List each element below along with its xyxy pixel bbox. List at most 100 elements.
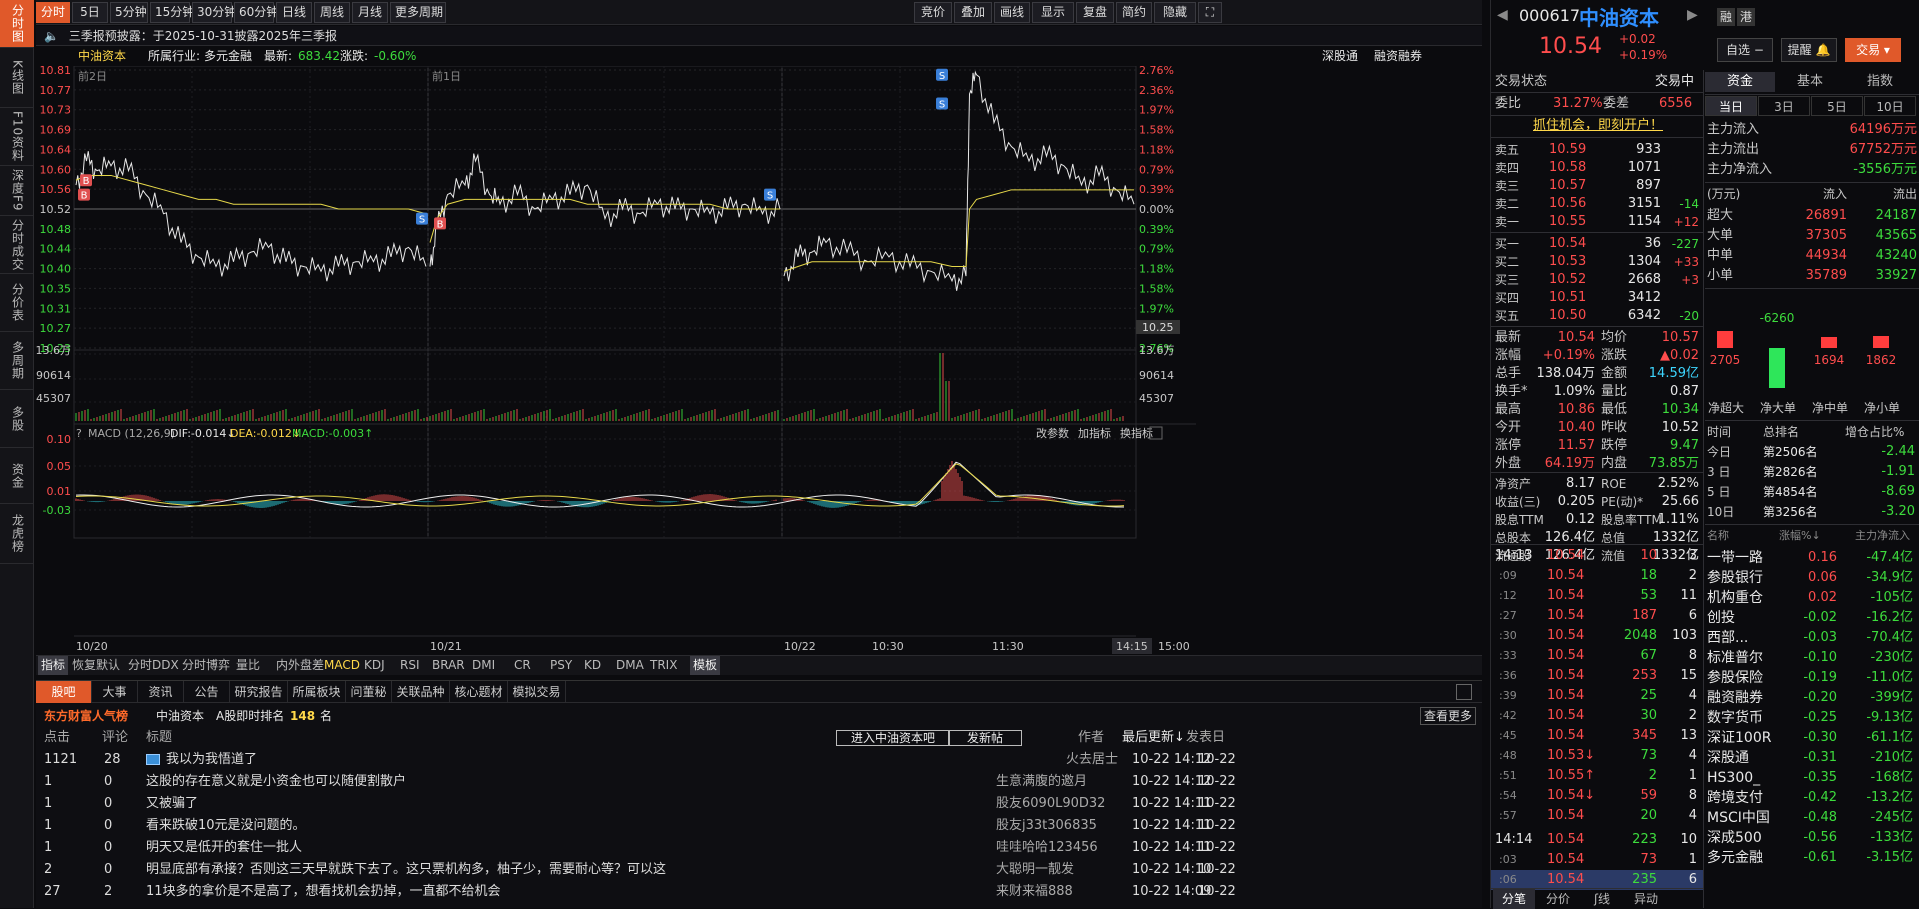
sector-name[interactable]: 多元金融 xyxy=(1707,848,1763,868)
book-price[interactable]: 10.55 xyxy=(1549,212,1586,232)
indicator-tab[interactable]: BRAR xyxy=(432,656,465,675)
post-title[interactable]: 又被骗了 xyxy=(146,793,198,815)
toolbar-option-button[interactable]: 复盘 xyxy=(1076,2,1114,23)
sector-name[interactable]: MSCI中国 xyxy=(1707,808,1770,828)
capital-tab[interactable]: 基本 xyxy=(1775,72,1845,92)
post-author[interactable]: 生意满腹的邀月 xyxy=(996,771,1087,793)
left-nav-item[interactable]: K线图 xyxy=(0,48,34,108)
enter-forum-button[interactable]: 进入中油资本吧 xyxy=(836,730,951,746)
post-title[interactable]: 明显底部有承接？否则这三天早就跌下去了。这只票机构多，柚子少，需要耐心等？可以这 xyxy=(146,859,666,881)
indicator-tab[interactable]: 内外盘差 xyxy=(276,656,324,675)
period-tab[interactable]: 分时 xyxy=(36,2,70,23)
book-price[interactable]: 10.56 xyxy=(1549,194,1586,214)
post-row[interactable]: 1121 28 我以为我悟道了 火去居士 10-22 14:12 10-22 xyxy=(36,749,1482,771)
post-title[interactable]: 我以为我悟道了 xyxy=(166,749,257,771)
toolbar-option-button[interactable]: 隐藏 xyxy=(1154,2,1196,23)
news-tab[interactable]: 大事 xyxy=(92,681,138,703)
margin-link[interactable]: 融资融券 xyxy=(1374,46,1422,66)
period-tab[interactable]: 60分钟 xyxy=(234,2,278,23)
sector-name[interactable]: 西部... xyxy=(1707,628,1748,648)
sector-name[interactable]: 机构重仓 xyxy=(1707,588,1763,608)
notice-bar[interactable]: 🔈 三季报预披露：于2025-10-31披露2025年三季报 xyxy=(36,26,1482,46)
sector-name[interactable]: 深成500 xyxy=(1707,828,1762,848)
industry-value[interactable]: 多元金融 xyxy=(204,46,252,66)
sector-name[interactable]: 深股通 xyxy=(1707,748,1749,768)
sector-name[interactable]: 数字货币 xyxy=(1707,708,1763,728)
indicator-tab[interactable]: RSI xyxy=(400,656,420,675)
indicator-tab[interactable]: KDJ xyxy=(364,656,385,675)
col-updated[interactable]: 最后更新↓ xyxy=(1122,727,1185,749)
period-tab[interactable]: 15分钟 xyxy=(150,2,194,23)
hk-badge[interactable]: 港 xyxy=(1737,8,1755,26)
period-tab[interactable]: 周线 xyxy=(314,2,350,23)
book-price[interactable]: 10.59 xyxy=(1549,140,1586,160)
tick-tab[interactable]: 异动 xyxy=(1625,889,1667,909)
indicator-tab[interactable]: DMA xyxy=(616,656,644,675)
indicator-tab[interactable]: PSY xyxy=(550,656,572,675)
post-author[interactable]: 火去居士 xyxy=(1066,749,1118,771)
indicator-tab[interactable]: CR xyxy=(514,656,531,675)
post-author[interactable]: 来财来福888 xyxy=(996,881,1073,903)
news-tab[interactable]: 核心题材 xyxy=(450,681,508,703)
period-tab[interactable]: 日线 xyxy=(276,2,312,23)
indicator-tab[interactable]: DMI xyxy=(472,656,495,675)
new-post-button[interactable]: 发新帖 xyxy=(948,730,1023,746)
news-tab[interactable]: 资讯 xyxy=(138,681,184,703)
left-nav-item[interactable]: 深度F9 xyxy=(0,166,34,216)
news-tab[interactable]: 问董秘 xyxy=(346,681,392,703)
toolbar-option-button[interactable]: 画线 xyxy=(994,2,1030,23)
book-price[interactable]: 10.54 xyxy=(1549,234,1586,254)
toolbar-option-button[interactable]: 显示 xyxy=(1032,2,1074,23)
toolbar-option-button[interactable]: 竞价 xyxy=(914,2,952,23)
left-nav-item[interactable]: 分时图 xyxy=(0,0,34,48)
sector-name[interactable]: 一带一路 xyxy=(1707,548,1763,568)
capital-period-tab[interactable]: 5日 xyxy=(1811,96,1863,116)
post-author[interactable]: 哇哇哈哈123456 xyxy=(996,837,1098,859)
left-nav-item[interactable]: 资金 xyxy=(0,448,34,504)
indicator-tab[interactable]: 量比 xyxy=(236,656,260,675)
indicator-tab[interactable]: TRIX xyxy=(650,656,677,675)
post-title[interactable]: 看来跌破10元是没问题的。 xyxy=(146,815,306,837)
indicator-tab[interactable]: 模板 xyxy=(690,656,721,675)
trade-button[interactable]: 交易 ▾ xyxy=(1845,38,1901,62)
sector-header[interactable]: 名称 xyxy=(1707,526,1729,546)
col-date[interactable]: 发表日 xyxy=(1186,727,1225,749)
book-price[interactable]: 10.51 xyxy=(1549,288,1586,308)
book-price[interactable]: 10.58 xyxy=(1549,158,1586,178)
period-tab[interactable]: 5日 xyxy=(72,2,108,23)
post-row[interactable]: 1 0 这股的存在意义就是小资金也可以随便割散户 生意满腹的邀月 10-22 14:12… xyxy=(36,771,1482,793)
tick-tab[interactable]: ʃ线 xyxy=(1581,889,1623,909)
sector-name[interactable]: 标准普尔 xyxy=(1707,648,1763,668)
sector-name[interactable]: 融资融券 xyxy=(1707,688,1763,708)
sector-header[interactable]: 涨幅%↓ xyxy=(1779,526,1821,546)
news-tab[interactable]: 公告 xyxy=(184,681,230,703)
sector-name[interactable]: HS300_ xyxy=(1707,768,1760,788)
sector-name[interactable]: 创投 xyxy=(1707,608,1735,628)
news-tab[interactable]: 研究报告 xyxy=(230,681,288,703)
indicator-tab[interactable]: 恢复默认 xyxy=(72,656,120,675)
sector-name[interactable]: 参股保险 xyxy=(1707,668,1763,688)
tick-tab[interactable]: 分笔 xyxy=(1493,889,1535,909)
col-author[interactable]: 作者 xyxy=(1078,727,1104,749)
left-nav-item[interactable]: 分价表 xyxy=(0,274,34,332)
intraday-chart[interactable]: 10.81 2.76% 10.77 2.36% 10.73 1.97% 10.69 1.58%… xyxy=(36,64,1482,656)
left-nav-item[interactable]: F10资料 xyxy=(0,108,34,166)
view-more-button[interactable]: 查看更多 xyxy=(1420,707,1477,725)
open-account-promo[interactable]: 抓住机会，即刻开户！ xyxy=(1533,116,1663,136)
capital-period-tab[interactable]: 3日 xyxy=(1758,96,1810,116)
left-nav-item[interactable]: 多周期 xyxy=(0,332,34,390)
post-author[interactable]: 股友j33t306835 xyxy=(996,815,1097,837)
toolbar-option-button[interactable]: 简约 xyxy=(1116,2,1152,23)
indicator-tab[interactable]: MACD xyxy=(324,656,360,675)
post-row[interactable]: 1 0 又被骗了 股友6090L90D32 10-22 14:11 10-22 xyxy=(36,793,1482,815)
hk-connect-link[interactable]: 深股通 xyxy=(1322,46,1358,66)
period-tab[interactable]: 5分钟 xyxy=(110,2,148,23)
news-tab[interactable]: 关联品种 xyxy=(392,681,450,703)
sector-name[interactable]: 参股银行 xyxy=(1707,568,1763,588)
post-author[interactable]: 股友6090L90D32 xyxy=(996,793,1105,815)
left-nav-item[interactable]: 多股 xyxy=(0,390,34,448)
book-price[interactable]: 10.57 xyxy=(1549,176,1586,196)
capital-period-tab[interactable]: 当日 xyxy=(1705,96,1757,116)
capital-tab[interactable]: 资金 xyxy=(1705,72,1775,92)
post-title[interactable]: 这股的存在意义就是小资金也可以随便割散户 xyxy=(146,771,406,793)
